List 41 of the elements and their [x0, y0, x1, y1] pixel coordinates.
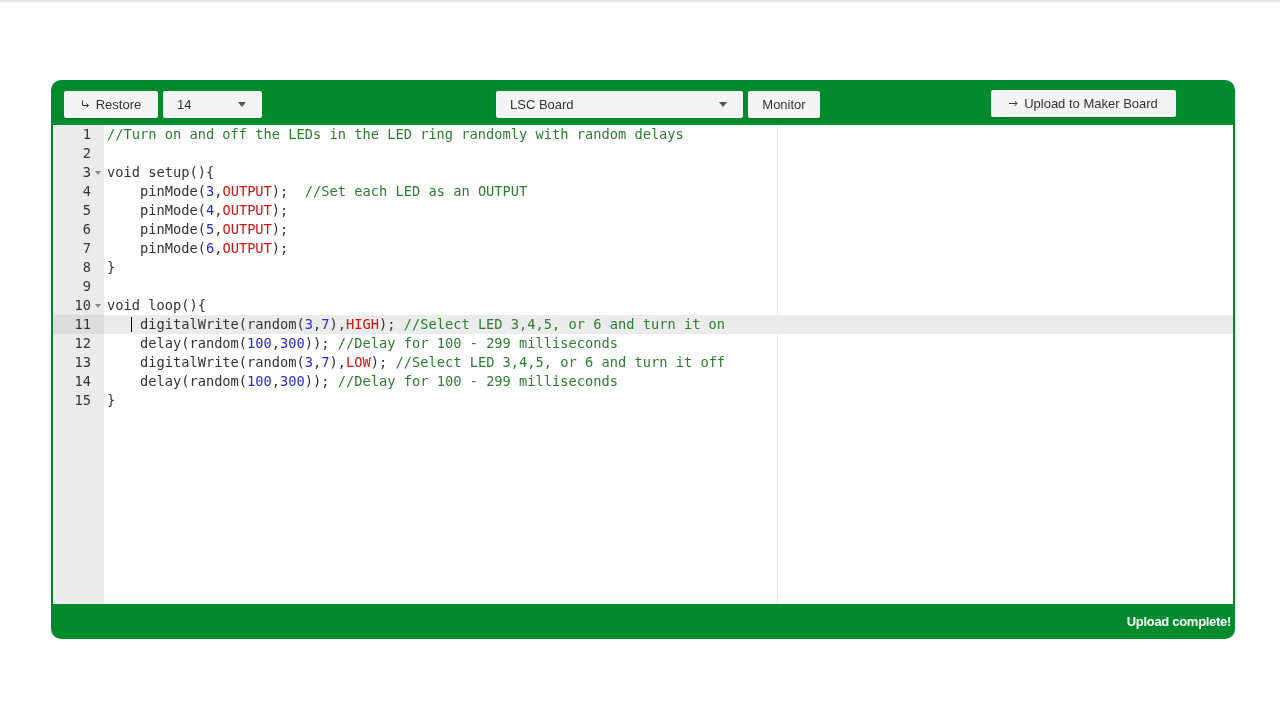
code-line: delay(random(100,300)); //Delay for 100 - 299 milliseconds: [139, 372, 618, 391]
code-line: digitalWrite(random(3,7),LOW); //Select LED 3,4,5, or 6 and turn it off: [139, 353, 726, 372]
turn-arrow-icon: [80, 100, 90, 109]
restore-button[interactable]: Restore: [64, 91, 158, 118]
line-number: 6: [82, 220, 91, 239]
line-number: 12: [74, 334, 91, 353]
monitor-button[interactable]: Monitor: [748, 91, 820, 118]
code-line: }: [107, 258, 116, 277]
code-line: //Turn on and off the LEDs in the LED ring randomly with random delays: [107, 125, 684, 144]
code-line: void setup(){: [107, 163, 215, 182]
code-line: pinMode(4,OUTPUT);: [139, 201, 289, 220]
board-dropdown[interactable]: LSC Board: [496, 91, 743, 118]
line-number: 4: [82, 182, 91, 201]
line-number: 14: [74, 372, 91, 391]
line-number: 13: [74, 353, 91, 372]
line-number: 5: [82, 201, 91, 220]
status-message: Upload complete!: [1126, 614, 1231, 629]
text-cursor: [131, 317, 132, 332]
upload-button[interactable]: Upload to Maker Board: [991, 89, 1176, 117]
line-number: 1: [82, 125, 91, 144]
code-line: pinMode(3,OUTPUT); //Set each LED as an OUTPUT: [139, 182, 528, 201]
code-line: void loop(){: [107, 296, 206, 315]
line-number: 15: [74, 391, 91, 410]
caret-icon: [719, 102, 727, 107]
line-number: 10: [74, 296, 91, 315]
fold-caret-icon[interactable]: [94, 303, 101, 308]
code-line: delay(random(100,300)); //Delay for 100 - 299 milliseconds: [139, 334, 618, 353]
caret-icon: [238, 102, 246, 107]
line-number: 2: [82, 144, 91, 163]
line-number: 11: [74, 315, 91, 334]
right-arrow-icon: [1009, 99, 1019, 107]
code-line: pinMode(6,OUTPUT);: [139, 239, 289, 258]
line-number: 3: [82, 163, 91, 182]
code-line: pinMode(5,OUTPUT);: [139, 220, 289, 239]
code-line: digitalWrite(random(3,7),HIGH); //Select LED 3,4,5, or 6 and turn it on: [139, 315, 726, 334]
line-number: 8: [82, 258, 91, 277]
fold-caret-icon[interactable]: [94, 170, 101, 175]
line-number: 9: [82, 277, 91, 296]
line-dropdown[interactable]: 14: [163, 91, 262, 118]
line-number: 7: [82, 239, 91, 258]
code-line: }: [107, 391, 116, 410]
